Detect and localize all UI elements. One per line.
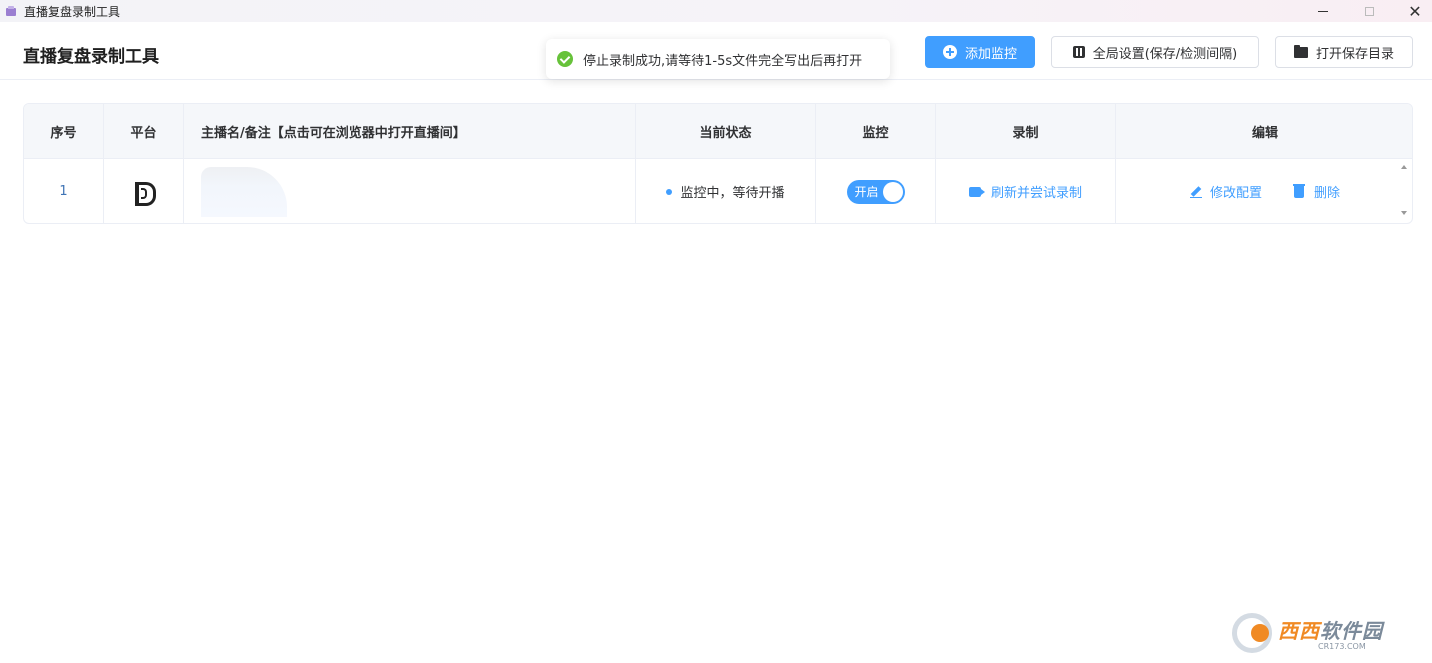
delete-button[interactable]: 删除 (1293, 182, 1341, 201)
global-settings-label: 全局设置(保存/检测间隔) (1092, 46, 1238, 62)
refresh-record-button[interactable]: 刷新并尝试录制 (968, 182, 1082, 201)
plus-circle-icon (942, 45, 957, 59)
close-icon: ✕ (1408, 1, 1422, 21)
add-monitor-label: 添加监控 (964, 46, 1017, 62)
toggle-knob (882, 181, 903, 202)
scroll-up-arrow-icon[interactable] (1401, 165, 1407, 169)
row-status-cell: 监控中，等待开播 (636, 159, 816, 223)
settings-icon (1072, 46, 1085, 58)
video-camera-icon (968, 186, 985, 197)
success-check-icon (557, 51, 573, 67)
global-settings-button[interactable]: 全局设置(保存/检测间隔) (1051, 36, 1259, 68)
open-folder-button[interactable]: 打开保存目录 (1275, 36, 1413, 68)
monitor-table: 序号 平台 主播名/备注【点击可在浏览器中打开直播间】 当前状态 监控 录制 编… (23, 103, 1413, 224)
table-scrollbar[interactable] (1397, 158, 1411, 223)
streamer-avatar-blurred[interactable] (201, 166, 287, 217)
watermark-brand-b: 软件园 (1320, 619, 1383, 643)
edit-config-button[interactable]: 修改配置 (1189, 182, 1262, 201)
watermark-text: 西西软件园 CR173.COM (1278, 615, 1383, 651)
row-status-text: 监控中，等待开播 (680, 186, 785, 201)
window-titlebar: 直播复盘录制工具 ✕ (0, 0, 1432, 22)
column-header-status: 当前状态 (636, 104, 816, 159)
maximize-icon (1364, 6, 1374, 16)
page-title: 直播复盘录制工具 (23, 47, 159, 67)
row-record-cell: 刷新并尝试录制 (936, 159, 1116, 223)
table-row: 1 监控中，等待开播 开启 刷新并尝试录制 修改配置 删除 (24, 159, 1412, 223)
success-toast: 停止录制成功,请等待1-5s文件完全写出后再打开 (546, 39, 890, 79)
scroll-down-arrow-icon[interactable] (1401, 211, 1407, 215)
close-button[interactable]: ✕ (1392, 0, 1432, 22)
status-dot-icon (666, 188, 673, 195)
row-platform-cell (104, 159, 184, 223)
row-monitor-cell: 开启 (816, 159, 936, 223)
row-streamer-cell[interactable] (184, 159, 636, 223)
column-header-streamer: 主播名/备注【点击可在浏览器中打开直播间】 (184, 104, 636, 159)
edit-pencil-icon (1189, 186, 1202, 198)
row-index: 1 (59, 184, 68, 199)
watermark-brand: 西西软件园 (1278, 615, 1383, 644)
column-header-monitor: 监控 (816, 104, 936, 159)
watermark-logo-icon (1232, 613, 1272, 653)
watermark-brand-a: 西西 (1278, 619, 1320, 643)
site-watermark: 西西软件园 CR173.COM (1232, 612, 1412, 654)
column-header-platform: 平台 (104, 104, 184, 159)
maximize-button[interactable] (1346, 0, 1392, 22)
minimize-icon (1318, 10, 1328, 12)
delete-label: 删除 (1314, 186, 1341, 201)
open-folder-label: 打开保存目录 (1315, 46, 1394, 62)
window-title: 直播复盘录制工具 (24, 4, 121, 19)
app-icon (6, 6, 18, 16)
monitor-toggle[interactable]: 开启 (846, 179, 905, 204)
row-index-cell: 1 (24, 159, 104, 223)
toast-message: 停止录制成功,请等待1-5s文件完全写出后再打开 (583, 53, 863, 69)
folder-open-icon (1293, 44, 1308, 58)
column-header-edit: 编辑 (1251, 126, 1278, 141)
watermark-site: CR173.COM (1318, 642, 1366, 651)
refresh-record-label: 刷新并尝试录制 (990, 186, 1082, 201)
column-header-index: 序号 (24, 104, 104, 159)
edit-config-label: 修改配置 (1209, 186, 1262, 201)
row-edit-cell: 修改配置 删除 (1116, 159, 1412, 223)
minimize-button[interactable] (1300, 0, 1346, 22)
table-header: 序号 平台 主播名/备注【点击可在浏览器中打开直播间】 当前状态 监控 录制 编… (24, 104, 1412, 159)
trash-icon (1293, 183, 1305, 198)
monitor-toggle-label: 开启 (854, 185, 879, 199)
add-monitor-button[interactable]: 添加监控 (925, 36, 1035, 68)
column-header-record: 录制 (936, 104, 1116, 159)
platform-logo-icon (133, 181, 156, 206)
